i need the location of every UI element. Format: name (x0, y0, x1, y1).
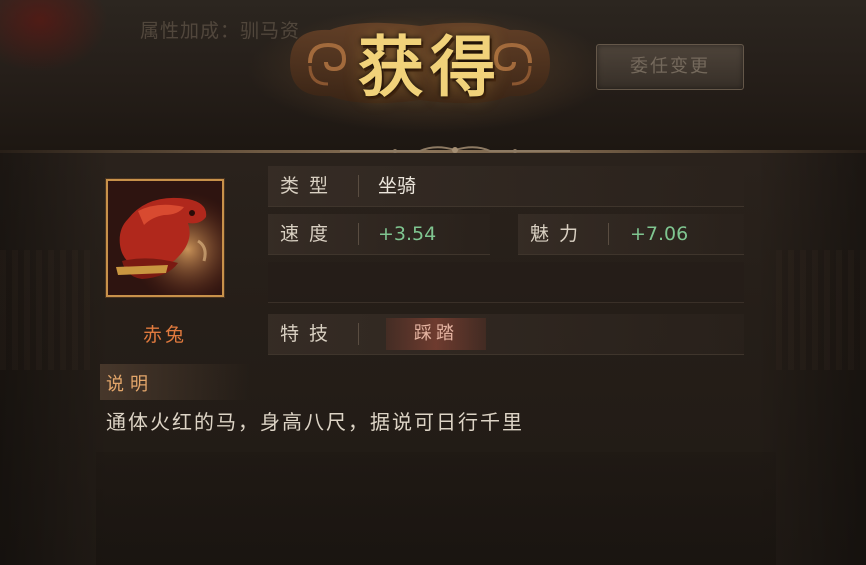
stat-row-speed: 速度 +3.54 (268, 214, 490, 255)
charm-value: +7.06 (630, 223, 689, 245)
stat-row-type: 类型 坐骑 (268, 166, 744, 207)
header-background-accent (0, 0, 140, 100)
item-portrait-frame[interactable] (106, 179, 224, 297)
description-text: 通体火红的马，身高八尺，据说可日行千里 (106, 410, 524, 434)
charm-label: 魅力 (530, 223, 589, 245)
ornament-divider-icon (340, 146, 570, 153)
row-separator (358, 223, 359, 245)
reward-title: 获得 (358, 28, 502, 106)
stat-row-charm: 魅力 +7.06 (518, 214, 744, 255)
type-label: 类型 (280, 175, 339, 197)
appointment-change-button[interactable]: 委任变更 (596, 44, 744, 90)
row-separator (358, 175, 359, 197)
speed-label: 速度 (280, 223, 339, 245)
lower-panel-shade (96, 452, 776, 565)
right-wall-decoration (776, 250, 866, 370)
item-name: 赤兔 (142, 324, 187, 346)
type-value: 坐骑 (378, 175, 417, 197)
skill-label: 特技 (280, 323, 339, 345)
description-label: 说明 (106, 374, 154, 395)
row-separator (608, 223, 609, 245)
speed-value: +3.54 (378, 223, 437, 245)
stat-row-skill: 特技 踩踏 (268, 314, 744, 355)
stat-row-empty (268, 262, 744, 303)
left-wall-decoration (0, 250, 90, 370)
skill-tag-trample[interactable]: 踩踏 (386, 318, 486, 350)
red-hare-horse-icon (108, 181, 222, 295)
row-separator (358, 323, 359, 345)
